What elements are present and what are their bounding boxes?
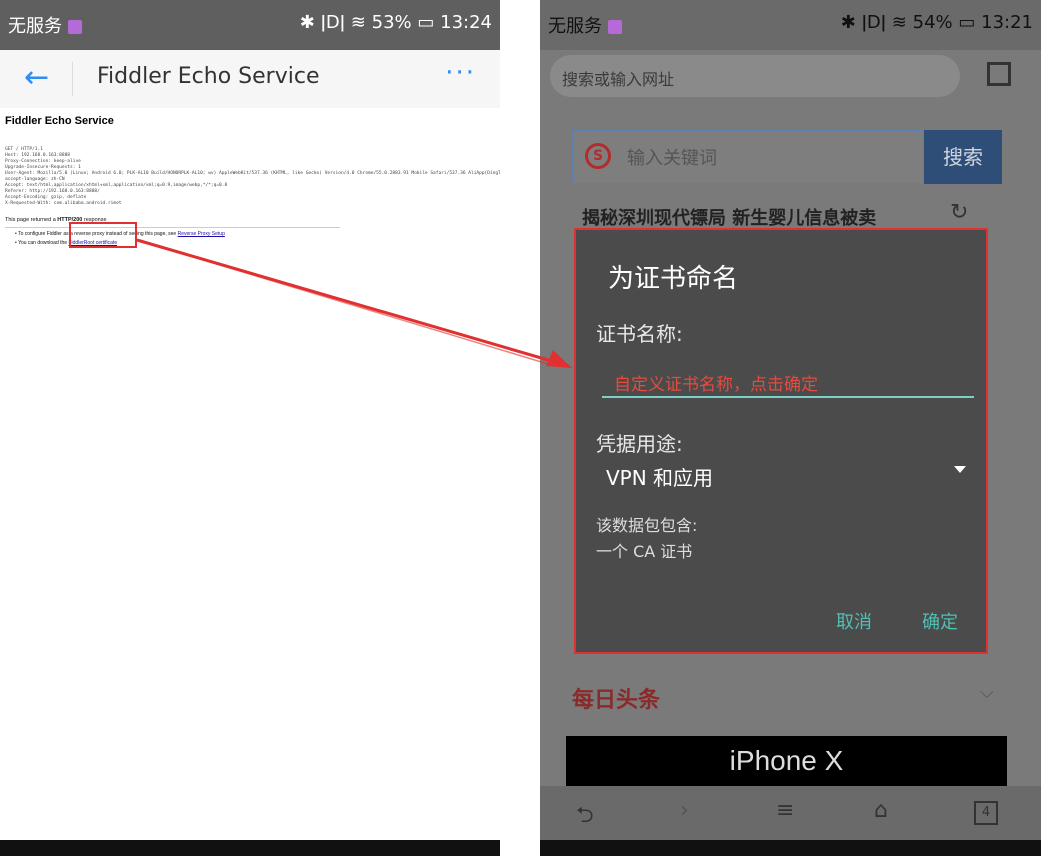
contains-value: 一个 CA 证书	[596, 542, 693, 561]
usage-select[interactable]: VPN 和应用	[606, 462, 713, 491]
daily-headlines-title[interactable]: 每日头条	[572, 682, 660, 714]
highlight-box	[69, 222, 137, 248]
refresh-icon[interactable]: ↻	[950, 200, 968, 225]
cert-name-label: 证书名称:	[596, 322, 683, 346]
system-nav-bar	[0, 840, 500, 856]
clock: 13:24	[440, 12, 492, 33]
request-headers: GET / HTTP/1.1 Host: 192.168.0.163:8888 Pr…	[5, 147, 500, 206]
status-icons: ✱ ǀDǀ ≋	[840, 12, 907, 33]
doc-heading: Fiddler Echo Service	[5, 115, 114, 127]
divider	[72, 62, 73, 96]
url-bar[interactable]: 搜索或输入网址	[550, 55, 960, 97]
home-icon[interactable]: ⌂	[874, 798, 888, 823]
status-right: ✱ ǀDǀ ≋ 54% ▭ 13:21	[841, 12, 1033, 33]
cert-name-value: 自定义证书名称，点击确定	[614, 375, 818, 395]
ok-button[interactable]: 确定	[922, 608, 958, 634]
dropdown-caret-icon[interactable]	[954, 466, 966, 473]
search-placeholder: 输入关键词	[627, 148, 717, 169]
left-phone-screen: 无服务 ✱ ǀDǀ ≋ 53% ▭ 13:24 ← Fiddler Echo S…	[0, 0, 500, 856]
carrier-label: 无服务	[548, 12, 622, 38]
sogou-logo-icon: S	[585, 143, 611, 169]
tabs-icon[interactable]: 4	[974, 801, 998, 825]
status-bar: 无服务 ✱ ǀDǀ ≋ 54% ▭ 13:21	[540, 0, 1041, 50]
forward-icon[interactable]: ›	[680, 798, 689, 823]
system-nav-bar	[540, 840, 1041, 856]
battery-level: 53%	[371, 12, 412, 33]
status-icons: ✱ ǀDǀ ≋	[299, 12, 366, 33]
chevron-down-icon[interactable]: ⌵	[980, 682, 994, 703]
right-phone-screen: 无服务 ✱ ǀDǀ ≋ 54% ▭ 13:21 搜索或输入网址 S 输入关键词 …	[540, 0, 1041, 856]
browser-toolbar: ⮌ › ≡ ⌂ 4	[540, 786, 1041, 840]
qr-scan-icon[interactable]	[987, 62, 1011, 86]
contains-label: 该数据包包含:	[596, 516, 698, 535]
more-menu-icon[interactable]: ···	[445, 58, 476, 88]
battery-icon: ▭	[958, 12, 976, 33]
cancel-button[interactable]: 取消	[836, 608, 872, 634]
page-title: Fiddler Echo Service	[97, 64, 320, 89]
status-right: ✱ ǀDǀ ≋ 53% ▭ 13:24	[300, 12, 492, 33]
app-bar: ← Fiddler Echo Service ···	[0, 50, 500, 108]
clock: 13:21	[981, 12, 1033, 33]
url-placeholder: 搜索或输入网址	[562, 70, 675, 89]
reverse-proxy-link[interactable]: Reverse Proxy Setup	[178, 231, 225, 237]
search-button[interactable]: 搜索	[924, 130, 1002, 184]
sim-icon	[68, 20, 82, 34]
battery-icon: ▭	[417, 12, 435, 33]
news-headline[interactable]: 揭秘深圳现代镖局 新生婴儿信息被卖	[582, 204, 876, 230]
back-arrow-icon[interactable]: ←	[24, 60, 49, 95]
status-bar: 无服务 ✱ ǀDǀ ≋ 53% ▭ 13:24	[0, 0, 500, 50]
carrier-label: 无服务	[8, 12, 82, 38]
menu-icon[interactable]: ≡	[776, 798, 794, 823]
name-certificate-dialog: 为证书命名 证书名称: 自定义证书名称，点击确定 凭据用途: VPN 和应用 该…	[574, 228, 988, 654]
horizontal-rule	[5, 227, 340, 228]
back-icon[interactable]: ⮌	[576, 798, 594, 836]
search-input[interactable]: S 输入关键词	[572, 130, 924, 184]
iphone-x-banner[interactable]: iPhone X	[566, 736, 1007, 786]
usage-label: 凭据用途:	[596, 432, 683, 456]
cert-name-field[interactable]: 自定义证书名称，点击确定	[602, 364, 974, 398]
sim-icon	[608, 20, 622, 34]
gap	[500, 0, 540, 856]
battery-level: 54%	[912, 12, 953, 33]
dialog-title: 为证书命名	[608, 264, 739, 294]
